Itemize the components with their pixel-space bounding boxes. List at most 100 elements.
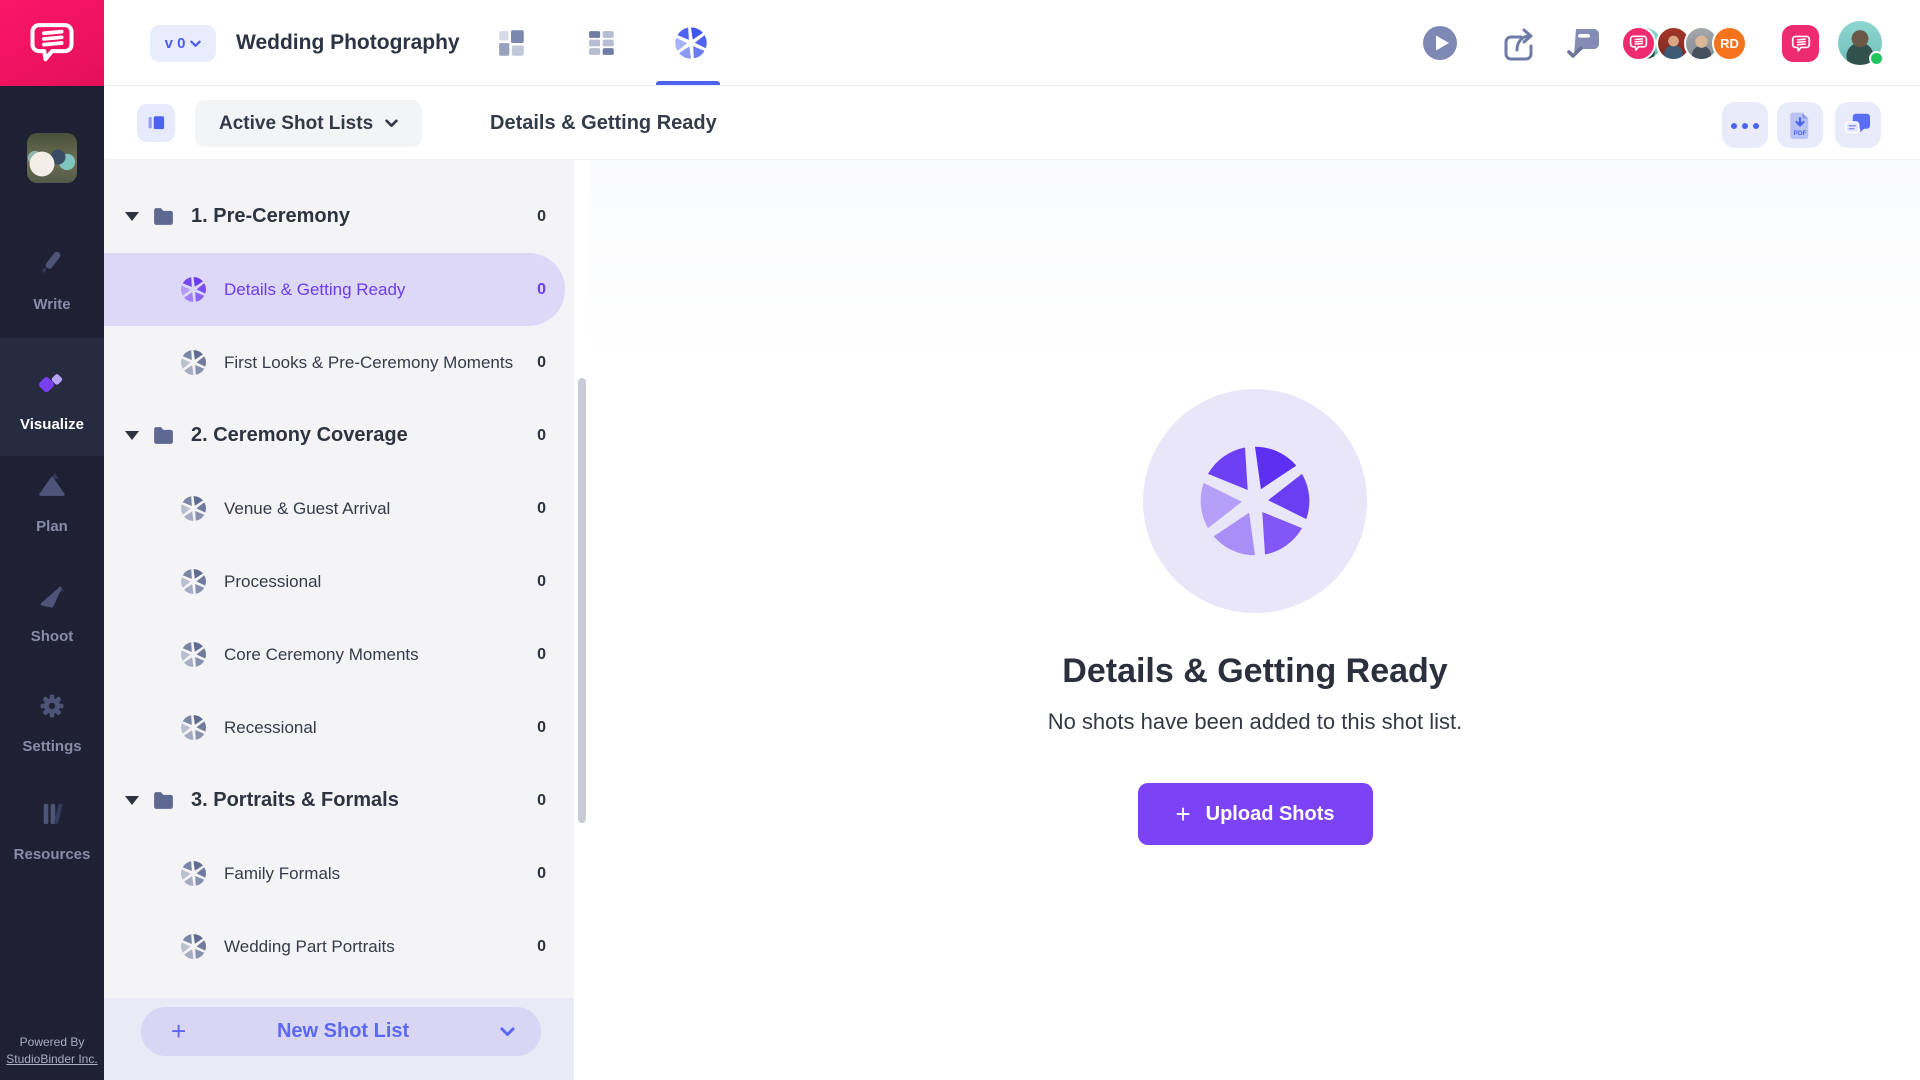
new-shot-list-button[interactable]: + New Shot List xyxy=(141,1007,541,1056)
shot-list-row[interactable]: Details & Getting Ready 0 xyxy=(104,253,565,326)
shot-list-row[interactable]: First Looks & Pre-Ceremony Moments 0 xyxy=(104,326,574,399)
sidebar-item-label: Settings xyxy=(22,738,81,755)
shot-count: 0 xyxy=(537,354,546,372)
shot-list-label: Processional xyxy=(224,572,321,592)
collapse-caret-icon[interactable] xyxy=(125,431,139,440)
sidebar-item-settings[interactable]: Settings xyxy=(0,660,104,778)
sidebar-item-write[interactable]: Write xyxy=(0,218,104,336)
shot-list-aperture-icon xyxy=(180,860,207,887)
shot-count: 0 xyxy=(537,573,546,591)
shot-list-row[interactable]: Recessional 0 xyxy=(104,691,574,764)
tree-footer: + New Shot List xyxy=(104,998,574,1080)
tab-grid-view[interactable] xyxy=(580,22,622,64)
powered-by-line2[interactable]: StudioBinder Inc. xyxy=(0,1052,104,1066)
tree-scrollbar-track[interactable] xyxy=(574,160,590,1080)
studiobinder-app: Write Visualize Plan Shoot xyxy=(0,0,1920,1080)
powered-by-line1: Powered By xyxy=(0,1035,104,1049)
shot-list-row[interactable]: Core Ceremony Moments 0 xyxy=(104,618,574,691)
avatar-rd[interactable]: RD xyxy=(1712,26,1747,61)
sidebar-item-shoot[interactable]: Shoot xyxy=(0,550,104,668)
left-nav: Write Visualize Plan Shoot xyxy=(0,0,104,1080)
gear-icon xyxy=(29,683,75,729)
shot-list-selector[interactable]: Active Shot Lists xyxy=(195,100,422,147)
svg-text:PDF: PDF xyxy=(1794,130,1807,137)
play-presentation-button[interactable] xyxy=(1420,23,1460,63)
mountain-icon xyxy=(29,463,75,509)
upload-shots-button[interactable]: + Upload Shots xyxy=(1138,783,1373,845)
clapper-icon xyxy=(29,573,75,619)
shot-count: 0 xyxy=(537,719,546,737)
folder-icon xyxy=(151,788,176,813)
aperture-icon xyxy=(1196,442,1314,560)
current-user-avatar[interactable] xyxy=(1838,21,1882,65)
section-label: 1. Pre-Ceremony xyxy=(191,205,350,228)
shot-list-label: First Looks & Pre-Ceremony Moments xyxy=(224,353,513,373)
shot-count: 0 xyxy=(537,208,546,226)
more-options-button[interactable] xyxy=(1722,102,1768,148)
sidebar-item-label: Write xyxy=(33,296,70,313)
collapse-caret-icon[interactable] xyxy=(125,796,139,805)
sub-header: Active Shot Lists Details & Getting Read… xyxy=(104,86,1920,160)
shot-list-aperture-icon xyxy=(180,641,207,668)
tree-scrollbar-thumb[interactable] xyxy=(578,378,586,823)
collapse-caret-icon[interactable] xyxy=(125,212,139,221)
grid-view-icon xyxy=(584,26,618,60)
upload-shots-label: Upload Shots xyxy=(1206,803,1335,826)
avatar-logo[interactable] xyxy=(1621,26,1656,61)
tab-shot-list-view[interactable] xyxy=(670,22,712,64)
chevron-down-icon xyxy=(190,40,201,48)
sidebar-item-label: Resources xyxy=(14,846,91,863)
shot-list-view-icon xyxy=(674,26,708,60)
main-content: Details & Getting Ready No shots have be… xyxy=(590,160,1920,1080)
approvals-button[interactable] xyxy=(1564,23,1604,63)
pencil-icon xyxy=(29,241,75,287)
section-label: 2. Ceremony Coverage xyxy=(191,424,408,447)
shot-list-aperture-icon xyxy=(180,495,207,522)
shot-list-aperture-icon xyxy=(180,276,207,303)
shot-list-section-row[interactable]: 2. Ceremony Coverage 0 xyxy=(104,399,574,472)
version-dropdown[interactable]: v 0 xyxy=(150,25,216,62)
shot-list-row[interactable]: Venue & Guest Arrival 0 xyxy=(104,472,574,545)
toggle-panel-button[interactable] xyxy=(137,104,175,142)
shot-list-row[interactable]: Processional 0 xyxy=(104,545,574,618)
shot-count: 0 xyxy=(537,865,546,883)
project-thumbnail[interactable] xyxy=(27,133,77,183)
shot-list-row[interactable]: Family Formals 0 xyxy=(104,837,574,910)
sidebar-item-visualize[interactable]: Visualize xyxy=(0,338,104,456)
active-tab-underline xyxy=(656,81,720,85)
shot-list-section-row[interactable]: 3. Portraits & Formals 0 xyxy=(104,764,574,837)
visualize-diamond-icon xyxy=(29,361,75,407)
comments-button[interactable] xyxy=(1782,25,1819,62)
play-icon xyxy=(1420,23,1460,63)
present-comments-button[interactable] xyxy=(1835,102,1881,148)
panel-toggle-icon xyxy=(144,111,168,135)
plus-icon: + xyxy=(1175,801,1190,827)
shot-list-aperture-icon xyxy=(180,714,207,741)
shot-count: 0 xyxy=(537,427,546,445)
studiobinder-logo[interactable] xyxy=(0,0,104,86)
shot-count: 0 xyxy=(537,938,546,956)
shot-list-section-row[interactable]: 1. Pre-Ceremony 0 xyxy=(104,180,574,253)
shot-list-aperture-icon xyxy=(180,933,207,960)
download-pdf-button[interactable]: PDF xyxy=(1777,102,1823,148)
breadcrumb-title: Details & Getting Ready xyxy=(490,86,717,160)
folder-icon xyxy=(151,204,176,229)
shot-list-label: Wedding Part Portraits xyxy=(224,937,395,957)
shot-list-selector-label: Active Shot Lists xyxy=(219,113,373,135)
folder-icon xyxy=(151,423,176,448)
chat-bubble-icon xyxy=(1790,33,1812,55)
shot-list-row[interactable]: Wedding Part Portraits 0 xyxy=(104,910,574,983)
version-label: v 0 xyxy=(165,35,186,52)
empty-state-title: Details & Getting Ready xyxy=(1062,652,1447,691)
section-label: 3. Portraits & Formals xyxy=(191,789,399,812)
sidebar-item-resources[interactable]: Resources xyxy=(0,768,104,886)
share-button[interactable] xyxy=(1496,23,1536,63)
books-icon xyxy=(29,791,75,837)
sidebar-item-label: Visualize xyxy=(20,416,84,433)
ellipsis-icon xyxy=(1729,116,1762,134)
shot-list-tree: 1. Pre-Ceremony 0 Details & Getting Read… xyxy=(104,160,574,1080)
shot-count: 0 xyxy=(537,792,546,810)
sidebar-item-plan[interactable]: Plan xyxy=(0,440,104,558)
share-icon xyxy=(1496,23,1536,63)
tab-storyboard-view[interactable] xyxy=(490,22,532,64)
